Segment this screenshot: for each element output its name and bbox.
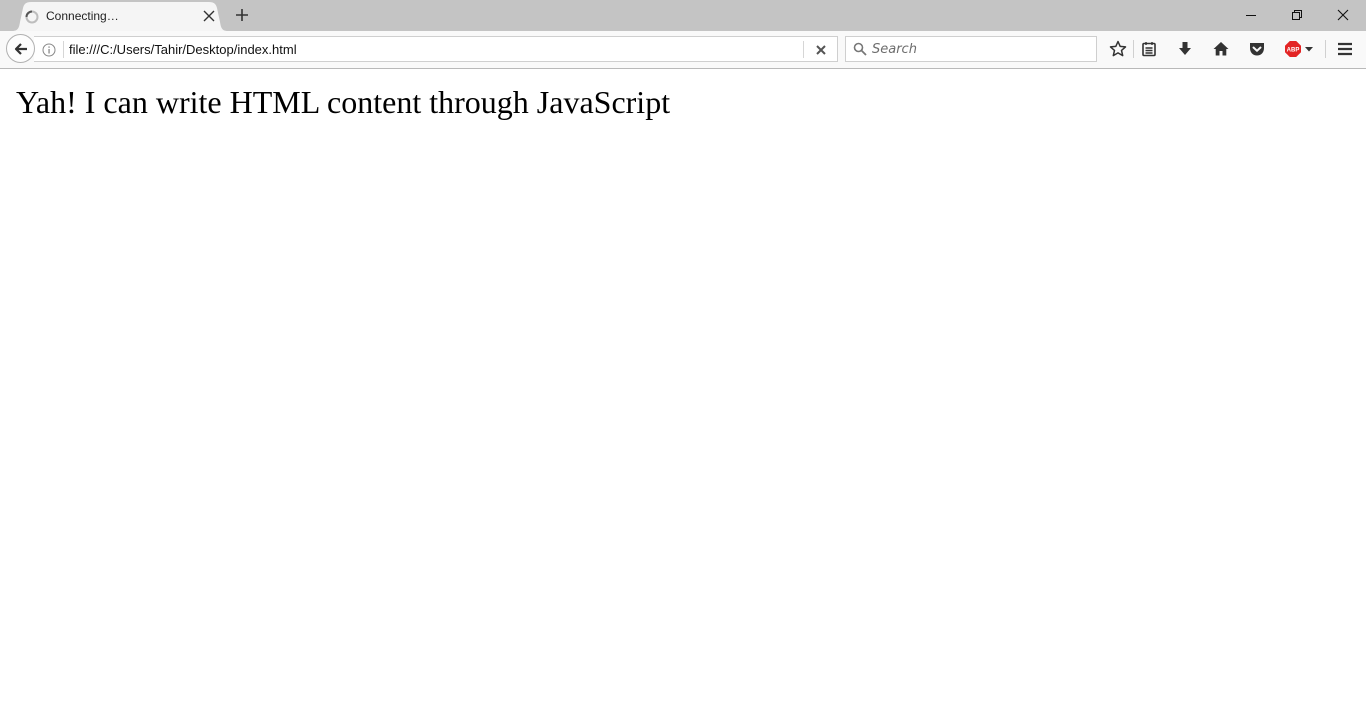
- downloads-button[interactable]: [1174, 38, 1196, 60]
- tab-shape: [12, 2, 228, 31]
- close-icon: [1337, 9, 1349, 21]
- search-input[interactable]: [872, 40, 1092, 58]
- new-tab-plus-icon[interactable]: [234, 7, 250, 23]
- close-window-button[interactable]: [1320, 0, 1366, 30]
- hamburger-menu-icon: [1338, 42, 1352, 56]
- minimize-icon: [1246, 15, 1256, 16]
- loading-spinner-icon: [25, 10, 39, 24]
- url-text[interactable]: file:///C:/Users/Tahir/Desktop/index.htm…: [69, 42, 297, 57]
- search-icon: [853, 42, 867, 56]
- site-info-icon[interactable]: [42, 43, 56, 57]
- url-bar[interactable]: file:///C:/Users/Tahir/Desktop/index.htm…: [34, 36, 838, 62]
- reading-list-button[interactable]: [1138, 38, 1160, 60]
- bookmark-star-icon: [1109, 40, 1127, 57]
- page-text: Yah! I can write HTML content through Ja…: [16, 84, 671, 120]
- tab-close-icon[interactable]: [202, 9, 216, 23]
- stop-loading-icon[interactable]: [814, 43, 828, 57]
- bookmark-button[interactable]: [1107, 38, 1129, 60]
- download-icon: [1179, 42, 1191, 55]
- home-icon: [1213, 42, 1229, 56]
- url-divider: [63, 41, 64, 58]
- adblock-plus-icon: ABP: [1285, 41, 1313, 57]
- restore-icon: [1292, 10, 1302, 20]
- pocket-icon: [1250, 43, 1264, 56]
- menu-button[interactable]: [1334, 38, 1356, 60]
- page-content: Yah! I can write HTML content through Ja…: [0, 69, 1366, 728]
- navigation-toolbar: file:///C:/Users/Tahir/Desktop/index.htm…: [0, 31, 1366, 69]
- home-button[interactable]: [1210, 38, 1232, 60]
- adblock-label: ABP: [1287, 48, 1300, 54]
- reading-list-icon: [1142, 42, 1156, 57]
- tab-title: Connecting…: [46, 9, 119, 23]
- restore-button[interactable]: [1274, 0, 1320, 30]
- minimize-button[interactable]: [1228, 0, 1274, 30]
- url-divider: [803, 41, 804, 58]
- back-arrow-icon: [14, 43, 27, 55]
- pocket-button[interactable]: [1246, 38, 1268, 60]
- back-button[interactable]: [6, 34, 35, 63]
- tab-strip: Connecting…: [0, 0, 1366, 31]
- adblock-plus-button[interactable]: ABP: [1282, 38, 1316, 60]
- toolbar-divider: [1133, 40, 1134, 58]
- toolbar-divider: [1325, 40, 1326, 58]
- tab-active[interactable]: Connecting…: [12, 2, 228, 31]
- search-bar[interactable]: [845, 36, 1097, 62]
